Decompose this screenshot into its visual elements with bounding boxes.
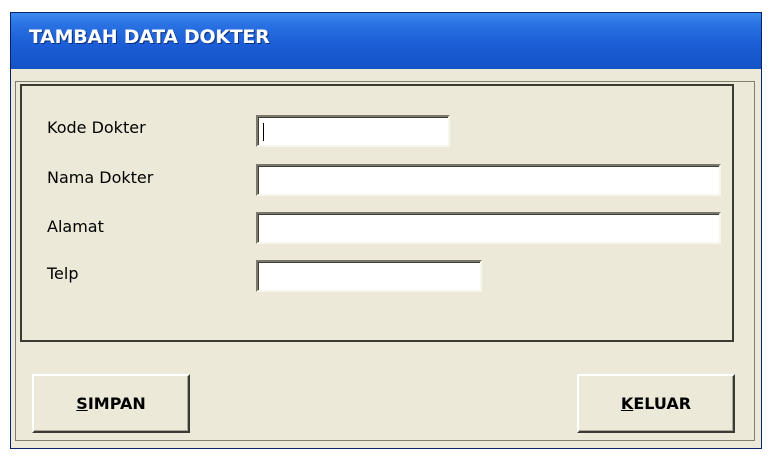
alamat-input[interactable] [256,212,721,244]
window-title: TAMBAH DATA DOKTER [29,26,270,48]
title-bar[interactable]: TAMBAH DATA DOKTER [11,13,761,69]
kode-dokter-input[interactable] [256,115,450,147]
telp-label: Telp [47,264,79,283]
text-caret [263,123,264,141]
nama-dokter-label: Nama Dokter [47,168,154,187]
simpan-button[interactable]: S IMPAN [32,374,190,433]
nama-dokter-input[interactable] [256,164,721,196]
kode-dokter-label: Kode Dokter [47,118,146,137]
telp-input[interactable] [256,260,482,292]
keluar-button[interactable]: K ELUAR [577,374,735,433]
alamat-label: Alamat [47,217,104,236]
